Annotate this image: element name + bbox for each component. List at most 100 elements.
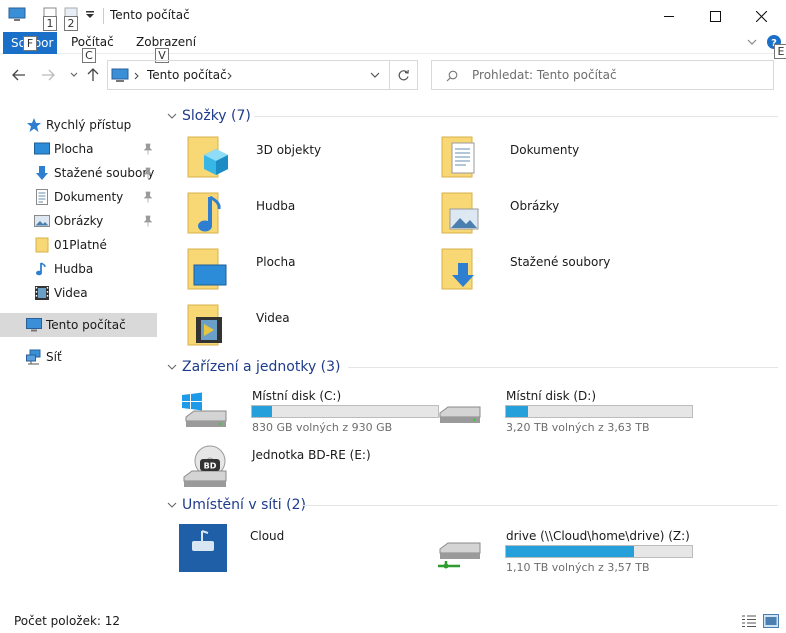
- group-title: Složky (7): [182, 108, 251, 124]
- group-header-network[interactable]: Umístění v síti (2): [166, 495, 778, 515]
- group-divider: [302, 505, 778, 506]
- ribbon-tabs: Soubor F Počítač C Zobrazení V ? E: [0, 32, 786, 63]
- folder-documents[interactable]: Dokumenty: [438, 133, 688, 185]
- pin-icon[interactable]: [143, 191, 153, 203]
- breadcrumb-chevron-icon[interactable]: [227, 72, 233, 80]
- group-title: Umístění v síti (2): [182, 497, 306, 513]
- customize-toolbar-chevron-icon[interactable]: [85, 11, 95, 19]
- sidebar-item-network[interactable]: Síť: [0, 345, 157, 369]
- search-box[interactable]: Prohledat: Tento počítač: [431, 60, 774, 90]
- folder-name: Stažené soubory: [510, 255, 611, 269]
- title-bar: 1 2 Tento počítač: [0, 0, 786, 32]
- star-icon: [27, 118, 41, 132]
- drive-e[interactable]: BD Jednotka BD-RE (E:): [180, 441, 430, 493]
- sidebar-item-label: Hudba: [54, 262, 94, 276]
- nas-device-icon: [179, 524, 227, 572]
- folder-name: Hudba: [256, 199, 296, 213]
- minimize-icon: [663, 15, 674, 17]
- chevron-down-icon: [167, 113, 177, 119]
- network-icon: [26, 349, 41, 365]
- sidebar-item-downloads[interactable]: Stažené soubory: [0, 161, 157, 185]
- sidebar-item-music[interactable]: Hudba: [0, 257, 157, 281]
- window-title: Tento počítač: [110, 8, 190, 22]
- drive-name: Jednotka BD-RE (E:): [252, 448, 371, 462]
- refresh-icon: [398, 69, 409, 80]
- drive-usage-bar: [251, 405, 439, 418]
- minimize-button[interactable]: [646, 0, 692, 32]
- drive-free-space: 1,10 TB volných z 3,57 TB: [506, 561, 650, 574]
- video-icon: [35, 286, 49, 300]
- folder-documents-icon: [441, 136, 475, 178]
- drive-name: drive (\\Cloud\home\drive) (Z:): [506, 529, 690, 543]
- folder-music[interactable]: Hudba: [184, 189, 434, 241]
- details-view-icon[interactable]: [741, 614, 757, 628]
- breadcrumb-chevron-icon[interactable]: [134, 72, 140, 80]
- up-arrow-icon: [87, 68, 99, 81]
- status-bar: Počet položek: 12: [0, 608, 786, 633]
- navigation-pane: Rychlý přístup Plocha Stažené soubory Do…: [0, 100, 159, 595]
- sidebar-item-quick-access[interactable]: Rychlý přístup: [0, 113, 157, 137]
- large-icons-view-icon[interactable]: [763, 614, 779, 628]
- expand-ribbon-icon[interactable]: [747, 38, 757, 46]
- folder-3d-objects-icon: [187, 136, 228, 178]
- folder-pictures-icon: [441, 192, 479, 234]
- drive-free-space: 830 GB volných z 930 GB: [252, 421, 393, 434]
- documents-icon: [36, 189, 48, 205]
- keytip-file: F: [23, 36, 37, 51]
- folder-desktop[interactable]: Plocha: [184, 245, 434, 297]
- sidebar-item-label: Videa: [54, 286, 88, 300]
- sidebar-item-label: Obrázky: [54, 214, 104, 228]
- hard-drive-icon: [439, 406, 481, 423]
- drive-d[interactable]: Místní disk (D:) 3,20 TB volných z 3,63 …: [434, 383, 693, 435]
- sidebar-item-this-pc[interactable]: Tento počítač: [0, 313, 157, 337]
- chevron-down-icon: [70, 72, 78, 77]
- folder-desktop-icon: [187, 248, 227, 290]
- network-drive-z[interactable]: drive (\\Cloud\home\drive) (Z:) 1,10 TB …: [434, 523, 693, 575]
- folder-icon: [35, 237, 49, 253]
- network-location-cloud[interactable]: Cloud: [178, 523, 428, 575]
- folder-pictures[interactable]: Obrázky: [438, 189, 688, 241]
- breadcrumb-location[interactable]: Tento počítač: [147, 68, 227, 82]
- drive-usage-fill: [252, 406, 273, 417]
- drive-c[interactable]: Místní disk (C:) 830 GB volných z 930 GB: [180, 383, 439, 435]
- up-button[interactable]: [85, 67, 101, 83]
- group-header-devices[interactable]: Zařízení a jednotky (3): [166, 357, 778, 377]
- network-drive-icon: [438, 542, 481, 569]
- maximize-button[interactable]: [692, 0, 738, 32]
- folder-3d-objects[interactable]: 3D objekty: [184, 133, 434, 185]
- sidebar-item-documents[interactable]: Dokumenty: [0, 185, 157, 209]
- search-icon: [446, 70, 458, 82]
- sidebar-item-label: Tento počítač: [46, 318, 126, 332]
- tab-view[interactable]: Zobrazení: [136, 35, 196, 49]
- back-button[interactable]: [11, 67, 27, 83]
- address-bar[interactable]: Tento počítač: [107, 60, 390, 90]
- chevron-down-icon: [167, 364, 177, 370]
- pin-icon[interactable]: [143, 167, 153, 179]
- download-icon: [36, 166, 48, 180]
- keytip-1: 1: [43, 16, 57, 31]
- address-dropdown-icon[interactable]: [370, 72, 380, 79]
- content-pane: Složky (7) 3D objekty Dokumenty Hudba Ob…: [160, 100, 786, 595]
- pictures-icon: [34, 215, 50, 227]
- computer-icon[interactable]: [8, 7, 26, 23]
- sidebar-item-videos[interactable]: Videa: [0, 281, 157, 305]
- folder-downloads[interactable]: Stažené soubory: [438, 245, 688, 297]
- folder-name: 3D objekty: [256, 143, 322, 157]
- pin-icon[interactable]: [143, 215, 153, 227]
- group-divider: [348, 367, 778, 368]
- forward-button[interactable]: [40, 67, 56, 83]
- tab-computer[interactable]: Počítač: [71, 35, 114, 49]
- pin-icon[interactable]: [143, 143, 153, 155]
- drive-usage-fill: [506, 406, 529, 417]
- folder-name: Dokumenty: [510, 143, 580, 157]
- sidebar-item-pictures[interactable]: Obrázky: [0, 209, 157, 233]
- sidebar-item-01platne[interactable]: 01Platné: [0, 233, 157, 257]
- drive-usage-bar: [505, 405, 693, 418]
- recent-locations-button[interactable]: [66, 67, 82, 83]
- group-header-folders[interactable]: Složky (7): [166, 106, 778, 126]
- folder-videos[interactable]: Videa: [184, 301, 434, 353]
- close-button[interactable]: [738, 0, 784, 32]
- sidebar-item-desktop[interactable]: Plocha: [0, 137, 157, 161]
- refresh-button[interactable]: [390, 60, 418, 90]
- group-divider: [254, 116, 778, 117]
